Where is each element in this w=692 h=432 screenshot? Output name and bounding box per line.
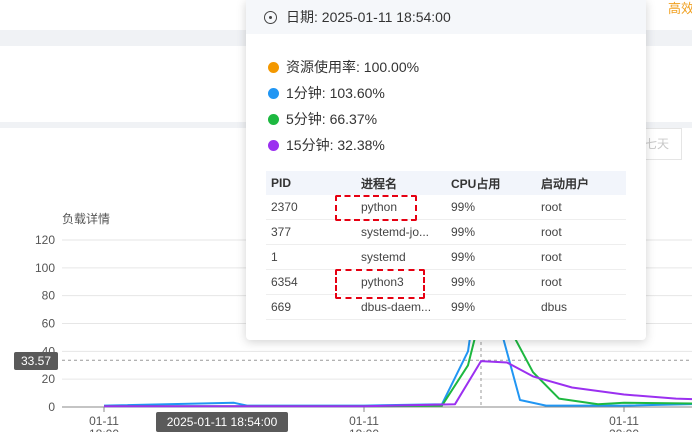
tooltip-date: 日期: 2025-01-11 18:54:00	[286, 9, 451, 25]
metric-label: 15分钟: 32.38%	[286, 137, 385, 153]
process-table: PID 进程名 CPU占用 启动用户 2370 python 99% root …	[266, 171, 626, 320]
cell-cpu: 99%	[446, 269, 536, 295]
table-row: 6354 python3 99% root	[266, 269, 626, 295]
metric-1min: 1分钟: 103.60%	[268, 83, 385, 103]
metric-resource-usage: 资源使用率: 100.00%	[268, 57, 419, 77]
blue-dot-icon	[268, 87, 279, 99]
x-tick-label: 01-11	[609, 414, 639, 428]
table-row: 2370 python 99% root	[266, 195, 626, 220]
crosshair-x-label: 2025-01-11 18:54:00	[156, 412, 288, 432]
x-tick-sublabel: 18:00	[89, 427, 119, 432]
cell-cpu: 99%	[446, 294, 536, 320]
chart-tooltip: 日期: 2025-01-11 18:54:00 资源使用率: 100.00% 1…	[246, 0, 646, 340]
y-tick-label: 0	[48, 400, 55, 414]
col-process-name: 进程名	[356, 171, 446, 195]
col-user: 启动用户	[536, 171, 626, 195]
table-row: 377 systemd-jo... 99% root	[266, 219, 626, 245]
tooltip-header: 日期: 2025-01-11 18:54:00	[246, 0, 646, 34]
y-tick-label: 120	[35, 233, 55, 247]
table-row: 669 dbus-daem... 99% dbus	[266, 294, 626, 320]
cell-user: dbus	[536, 294, 626, 320]
crosshair-y-label: 33.57	[14, 352, 58, 370]
highlight-box-python	[335, 195, 417, 221]
col-cpu: CPU占用	[446, 171, 536, 195]
cell-pid: 377	[266, 219, 356, 245]
y-tick-label: 80	[42, 289, 56, 303]
cell-pid: 1	[266, 244, 356, 270]
metric-label: 5分钟: 66.37%	[286, 111, 378, 127]
metric-label: 1分钟: 103.60%	[286, 85, 385, 101]
metric-label: 资源使用率: 100.00%	[286, 59, 420, 75]
cell-cpu: 99%	[446, 219, 536, 245]
x-tick-label: 01-11	[349, 414, 379, 428]
y-tick-label: 20	[42, 372, 56, 386]
clock-icon	[264, 10, 277, 24]
cell-process-name: systemd	[356, 244, 446, 270]
y-tick-label: 100	[35, 261, 55, 275]
series-line-15分钟	[104, 360, 692, 408]
table-header-row: PID 进程名 CPU占用 启动用户	[266, 171, 626, 195]
metric-5min: 5分钟: 66.37%	[268, 109, 377, 129]
x-tick-label: 01-11	[89, 414, 119, 428]
orange-dot-icon	[268, 61, 279, 73]
cell-user: root	[536, 195, 626, 220]
green-dot-icon	[268, 113, 279, 125]
highlight-box-python3	[335, 269, 425, 299]
cell-user: root	[536, 219, 626, 245]
cell-process-name: systemd-jo...	[356, 219, 446, 245]
x-tick-sublabel: 19:00	[349, 427, 379, 432]
metric-15min: 15分钟: 32.38%	[268, 135, 385, 155]
purple-dot-icon	[268, 139, 279, 151]
col-pid: PID	[266, 171, 356, 195]
y-tick-label: 60	[42, 317, 56, 331]
cell-cpu: 99%	[446, 244, 536, 270]
table-row: 1 systemd 99% root	[266, 244, 626, 270]
cell-user: root	[536, 269, 626, 295]
cell-user: root	[536, 244, 626, 270]
cell-cpu: 99%	[446, 195, 536, 220]
x-tick-sublabel: 20:00	[609, 427, 639, 432]
